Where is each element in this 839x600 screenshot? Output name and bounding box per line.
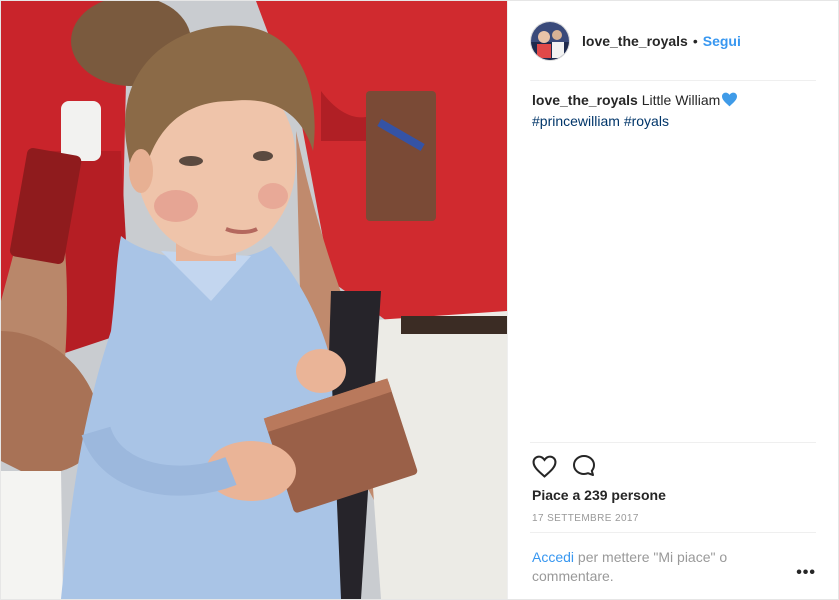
hashtag-link[interactable]: #royals [624,113,669,129]
blue-heart-emoji-icon [721,92,738,112]
photo-illustration [1,1,507,599]
login-prompt: Accedi per mettere "Mi piace" o commenta… [532,548,762,586]
caption-username[interactable]: love_the_royals [532,92,638,108]
post-actions [531,453,611,479]
post-header: love_the_royals • Segui [530,21,816,61]
hashtag-link[interactable]: #princewilliam [532,113,620,129]
post-date: 17 SETTEMBRE 2017 [532,513,639,524]
post-photo[interactable] [1,1,507,599]
divider [530,442,816,443]
post-side-panel: love_the_royals • Segui love_the_royals … [507,1,838,599]
divider [530,80,816,81]
divider [530,532,816,533]
caption-text: Little William [641,92,721,108]
likes-count[interactable]: Piace a 239 persone [532,487,666,503]
header-separator: • [692,33,698,49]
comment-button[interactable] [571,453,597,479]
like-button[interactable] [531,453,557,479]
instagram-post: love_the_royals • Segui love_the_royals … [0,0,839,600]
post-caption: love_the_royals Little William #princewi… [532,91,818,131]
heart-outline-icon [532,455,556,478]
comment-bubble-icon [573,455,595,476]
more-options-button[interactable]: ••• [796,564,816,582]
avatar-image [531,22,569,60]
follow-button[interactable]: Segui [703,33,741,49]
avatar[interactable] [530,21,570,61]
login-link[interactable]: Accedi [532,549,574,565]
header-username[interactable]: love_the_royals [582,33,688,49]
